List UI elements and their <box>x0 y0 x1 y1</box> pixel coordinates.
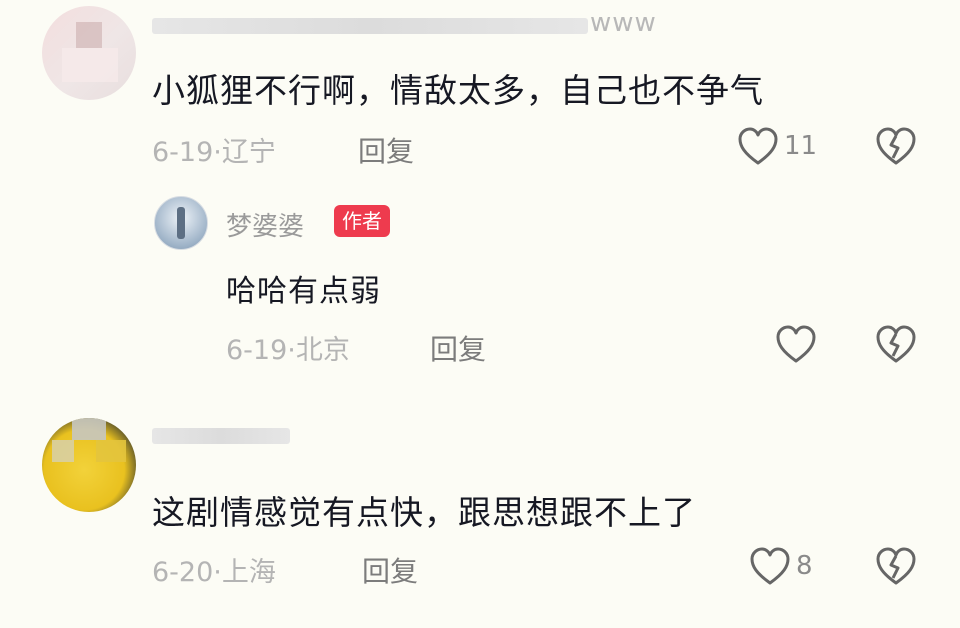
author-avatar[interactable] <box>154 196 208 250</box>
username-blurred[interactable] <box>152 18 588 34</box>
broken-heart-icon[interactable] <box>876 325 916 364</box>
heart-outline-icon[interactable] <box>776 325 816 364</box>
comment-meta: 6-19·辽宁 <box>152 137 276 168</box>
author-badge: 作者 <box>334 205 390 237</box>
broken-heart-icon[interactable] <box>876 127 916 166</box>
reply-button[interactable]: 回复 <box>362 550 418 590</box>
comment-meta: 6-20·上海 <box>152 557 276 588</box>
comment-text: 小狐狸不行啊，情敌太多，自己也不争气 <box>152 71 764 110</box>
reply-button[interactable]: 回复 <box>358 130 414 170</box>
like-count: 11 <box>784 131 818 161</box>
heart-outline-icon[interactable] <box>750 547 790 586</box>
commenter-avatar[interactable] <box>42 6 136 100</box>
comment-text: 这剧情感觉有点快，跟思想跟不上了 <box>152 493 696 532</box>
reply-button[interactable]: 回复 <box>430 328 486 368</box>
like-count: 8 <box>796 551 813 581</box>
heart-outline-icon[interactable] <box>738 127 778 166</box>
username-blurred[interactable] <box>152 428 290 444</box>
broken-heart-icon[interactable] <box>876 547 916 586</box>
author-nickname[interactable]: 梦婆婆 <box>226 206 304 243</box>
commenter-avatar[interactable] <box>42 418 136 512</box>
username-suffix[interactable]: www <box>590 8 657 38</box>
reply-meta: 6-19·北京 <box>226 335 350 366</box>
reply-text: 哈哈有点弱 <box>226 274 381 309</box>
